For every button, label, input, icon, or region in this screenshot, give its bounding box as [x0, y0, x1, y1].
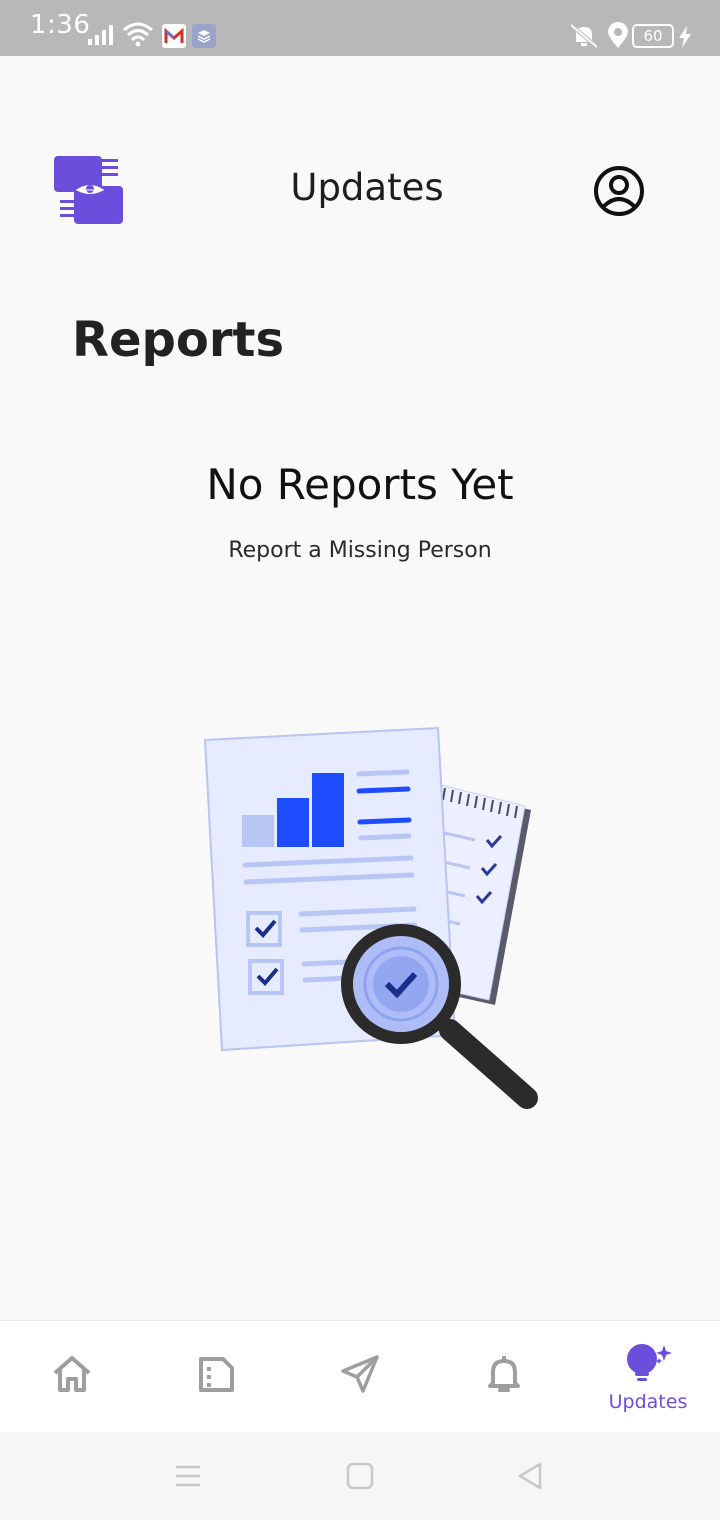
home-icon [53, 1356, 91, 1392]
home-square-icon[interactable] [346, 1462, 374, 1490]
status-bar: 1:36 60 [0, 0, 720, 56]
nav-item-updates[interactable]: Updates [576, 1321, 720, 1433]
section-title: Reports [72, 312, 285, 368]
lightbulb-sparkle-icon [627, 1344, 672, 1381]
empty-state-title: No Reports Yet [206, 460, 514, 509]
nav-item-documents[interactable] [144, 1321, 288, 1433]
nav-item-notifications[interactable] [432, 1321, 576, 1433]
location-icon [608, 22, 628, 48]
send-icon [341, 1355, 379, 1393]
wifi-icon [123, 22, 153, 47]
battery-level: 60 [643, 27, 663, 45]
recents-icon[interactable] [174, 1462, 202, 1490]
nav-item-send[interactable] [288, 1321, 432, 1433]
system-navigation-bar [0, 1432, 720, 1520]
back-icon[interactable] [516, 1462, 544, 1490]
empty-state-subtitle[interactable]: Report a Missing Person [0, 538, 720, 563]
report-analysis-illustration [203, 726, 538, 1109]
signal-icon [88, 25, 113, 45]
bottom-navigation: Updates [0, 1320, 720, 1433]
charging-icon [679, 26, 691, 48]
bell-icon [488, 1356, 520, 1392]
nav-item-home[interactable] [0, 1321, 144, 1433]
layers-app-icon [192, 24, 216, 48]
vibrate-off-icon [569, 23, 599, 49]
account-circle-icon[interactable] [592, 164, 646, 218]
status-time: 1:36 [30, 10, 91, 40]
nav-label-updates: Updates [608, 1391, 688, 1413]
battery-icon: 60 [632, 24, 674, 48]
document-icon [199, 1357, 234, 1392]
gmail-icon [162, 24, 186, 48]
